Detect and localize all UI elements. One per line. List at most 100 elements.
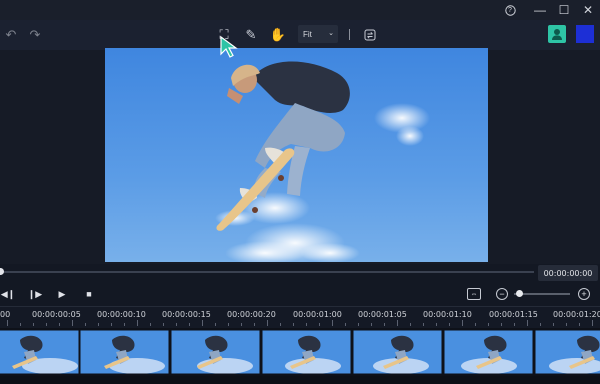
stop-button[interactable]: ■ <box>81 286 97 302</box>
ruler-tick <box>358 323 359 326</box>
ruler-tick <box>501 323 502 326</box>
ruler-tick <box>527 320 528 326</box>
ruler-tick <box>228 323 229 326</box>
redo-icon: ↷ <box>29 27 41 42</box>
ruler-tick <box>176 323 177 326</box>
ruler-tick <box>410 323 411 326</box>
draw-icon: ✎ <box>245 27 257 42</box>
ruler-tick <box>345 323 346 326</box>
ruler-tick <box>488 323 489 326</box>
close-icon: ✕ <box>582 3 594 17</box>
person-button[interactable] <box>548 25 566 43</box>
maximize-button[interactable]: ☐ <box>552 0 576 20</box>
fit-icon: ⇔ <box>470 290 478 298</box>
ruler-label: 00:00:01:00 <box>293 310 342 319</box>
ruler-tick <box>384 323 385 326</box>
ruler-tick <box>85 323 86 326</box>
ruler-tick <box>59 323 60 326</box>
ruler-tick <box>579 323 580 326</box>
ruler-tick <box>436 323 437 326</box>
ruler-tick <box>124 323 125 326</box>
zoom-value: Fit <box>303 29 312 39</box>
ruler-tick <box>7 320 8 326</box>
next-frame-button[interactable]: ❙▶ <box>27 286 43 302</box>
ruler-tick <box>371 323 372 326</box>
ruler-tick <box>332 320 333 326</box>
ruler-tick <box>553 323 554 326</box>
filmstrip-thumbnail <box>353 330 442 374</box>
draw-tool-button[interactable]: ✎ <box>240 24 262 46</box>
hand-icon: ✋ <box>269 27 287 42</box>
fit-timeline-button[interactable]: ⇔ <box>467 288 481 300</box>
ruler-label: 00:00:01:10 <box>423 310 472 319</box>
cursor-arrow-icon <box>220 35 238 63</box>
ruler-tick <box>98 323 99 326</box>
previous-frame-icon: ◀❙ <box>0 288 16 299</box>
zoom-out-button[interactable]: − <box>496 288 508 300</box>
ruler-tick <box>475 323 476 326</box>
ruler-tick <box>267 320 268 326</box>
hand-tool-button[interactable]: ✋ <box>267 24 289 46</box>
swap-icon <box>364 29 376 41</box>
person-icon <box>552 28 562 40</box>
ruler-tick <box>254 323 255 326</box>
ruler-tick <box>449 323 450 326</box>
video-frame[interactable] <box>105 48 488 262</box>
next-frame-icon: ❙▶ <box>27 288 43 299</box>
ruler-label: 00:00:00:15 <box>162 310 211 319</box>
zoom-select[interactable]: Fit ⌄ <box>298 25 338 43</box>
ruler-tick <box>423 323 424 326</box>
ruler-tick <box>20 323 21 326</box>
previous-frame-button[interactable]: ◀❙ <box>0 286 16 302</box>
undo-button[interactable]: ↶ <box>0 24 22 46</box>
scrubber-handle[interactable] <box>0 268 4 275</box>
filmstrip-thumbnail <box>444 330 533 374</box>
ruler-label: 00:00:00:10 <box>97 310 146 319</box>
filmstrip-thumbnail <box>171 330 260 374</box>
swap-button[interactable] <box>359 24 381 46</box>
ruler-label: 00:00:01:20 <box>553 310 600 319</box>
ruler-tick <box>33 323 34 326</box>
ruler-tick <box>592 320 593 326</box>
ruler-tick <box>163 323 164 326</box>
ruler-tick <box>397 320 398 326</box>
skateboarder-image <box>105 48 488 262</box>
toolbar-divider <box>349 29 350 40</box>
current-timecode: 00:00:00:00 <box>538 265 598 281</box>
maximize-icon: ☐ <box>558 3 570 17</box>
chevron-down-icon: ⌄ <box>328 30 334 37</box>
ruler-tick <box>462 320 463 326</box>
stop-icon: ■ <box>86 289 92 299</box>
filmstrip-thumbnail <box>262 330 351 374</box>
minimize-button[interactable]: — <box>528 0 552 20</box>
zoom-in-button[interactable]: + <box>578 288 590 300</box>
ruler-tick <box>215 323 216 326</box>
ruler-tick <box>293 323 294 326</box>
ruler-tick <box>319 323 320 326</box>
filmstrip-thumbnail <box>0 330 79 374</box>
minimize-icon: — <box>534 3 546 17</box>
ruler-label: 00:00:00:05 <box>32 310 81 319</box>
ruler-tick <box>514 323 515 326</box>
ruler-label: 00:00:01:05 <box>358 310 407 319</box>
zoom-in-icon: + <box>581 289 587 299</box>
ruler-tick <box>137 320 138 326</box>
timeline-bottom-bar <box>0 376 600 384</box>
ruler-tick <box>306 323 307 326</box>
ruler-tick <box>46 323 47 326</box>
play-button[interactable]: ▶ <box>54 286 70 302</box>
ruler-tick <box>150 323 151 326</box>
playback-scrubber[interactable] <box>0 271 534 273</box>
ruler-tick <box>540 323 541 326</box>
close-button[interactable]: ✕ <box>576 0 600 20</box>
filmstrip-thumbnail <box>535 330 600 374</box>
help-icon[interactable]: ? <box>498 0 522 20</box>
play-icon: ▶ <box>58 288 66 299</box>
color-swatch[interactable] <box>576 25 594 43</box>
ruler-label: 00:00:00:20 <box>227 310 276 319</box>
ruler-tick <box>72 320 73 326</box>
filmstrip-thumbnail <box>80 330 169 374</box>
ruler-tick <box>566 323 567 326</box>
timeline-zoom-handle[interactable] <box>516 290 523 297</box>
redo-button[interactable]: ↷ <box>24 24 46 46</box>
